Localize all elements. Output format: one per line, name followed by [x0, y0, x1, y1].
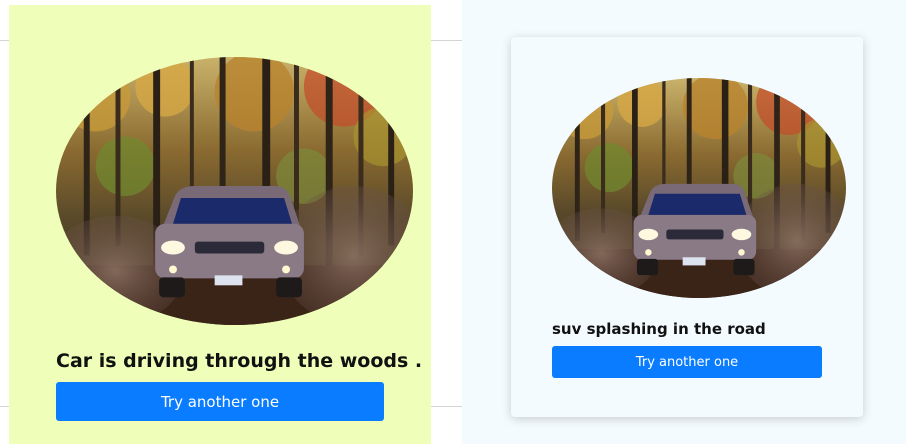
frame-line — [0, 406, 9, 407]
caption-card-right: suv splashing in the road Try another on… — [511, 37, 863, 417]
suv-forest-photo-icon — [552, 78, 846, 298]
frame-line — [0, 40, 9, 41]
frame-line — [431, 40, 462, 41]
try-another-button[interactable]: Try another one — [552, 346, 822, 378]
page: Car is driving through the woods . Try a… — [0, 0, 906, 444]
caption-text: suv splashing in the road — [552, 320, 766, 338]
caption-card-left: Car is driving through the woods . Try a… — [9, 5, 431, 444]
right-panel: suv splashing in the road Try another on… — [462, 0, 906, 444]
caption-text: Car is driving through the woods . — [56, 350, 423, 372]
suv-forest-photo-icon — [56, 57, 413, 325]
suv-photo-image — [552, 78, 846, 298]
try-another-button[interactable]: Try another one — [56, 382, 384, 421]
frame-line — [431, 406, 462, 407]
suv-photo-image — [56, 57, 413, 325]
